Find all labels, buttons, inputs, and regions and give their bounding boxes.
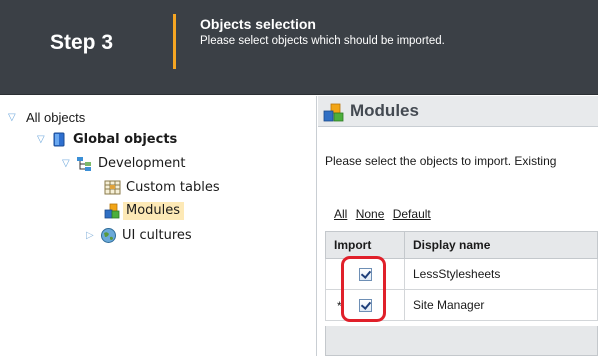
- expand-arrow-icon[interactable]: ▽: [8, 112, 22, 123]
- step-divider: [173, 14, 176, 69]
- column-header-import[interactable]: Import: [325, 231, 405, 259]
- tree-node-label[interactable]: Modules: [123, 202, 185, 220]
- tree-node-ui-cultures[interactable]: ▷ UI cultures: [86, 225, 192, 245]
- selection-links: All None Default: [334, 207, 436, 221]
- select-none-link[interactable]: None: [356, 207, 385, 221]
- step-subtitle: Please select objects which should be im…: [200, 35, 445, 47]
- wizard-header: Step 3 Objects selection Please select o…: [0, 0, 598, 95]
- table-footer: [325, 326, 598, 356]
- tree-node-all-objects[interactable]: ▽ All objects: [8, 107, 85, 127]
- object-tree: ▽ All objects ▽ Global objects ▽ Develop…: [0, 96, 317, 356]
- tree-node-global-objects[interactable]: ▽ Global objects: [37, 129, 177, 149]
- hierarchy-icon: [76, 155, 93, 172]
- display-name-cell: LessStylesheets: [404, 258, 598, 290]
- display-name-cell: Site Manager: [404, 289, 598, 321]
- tree-node-label[interactable]: Custom tables: [126, 180, 220, 195]
- step-label: Step 3: [50, 31, 114, 54]
- table-header-row: Import Display name: [325, 231, 598, 259]
- tree-node-label[interactable]: Development: [98, 156, 186, 171]
- collapsed-arrow-icon[interactable]: ▷: [86, 230, 100, 241]
- tree-node-development[interactable]: ▽ Development: [62, 153, 186, 173]
- globe-icon: [100, 227, 117, 244]
- table-icon: [104, 179, 121, 196]
- column-header-display-name[interactable]: Display name: [404, 231, 598, 259]
- tree-node-label[interactable]: UI cultures: [122, 228, 192, 243]
- tree-node-custom-tables[interactable]: Custom tables: [104, 177, 220, 197]
- instructions-text: Please select the objects to import. Exi…: [325, 154, 557, 168]
- cube-icon: [51, 131, 68, 148]
- step-title: Objects selection: [200, 16, 316, 32]
- tree-node-modules[interactable]: Modules: [104, 201, 185, 221]
- page-title: Modules: [350, 101, 419, 120]
- expand-arrow-icon[interactable]: ▽: [62, 158, 76, 169]
- select-default-link[interactable]: Default: [393, 207, 431, 221]
- tree-node-label[interactable]: All objects: [26, 110, 85, 125]
- section-header: Modules: [318, 96, 598, 127]
- highlight-annotation: [341, 256, 386, 322]
- tree-node-label[interactable]: Global objects: [73, 132, 177, 147]
- modules-icon: [323, 103, 345, 123]
- modules-icon: [104, 203, 121, 220]
- expand-arrow-icon[interactable]: ▽: [37, 134, 51, 145]
- select-all-link[interactable]: All: [334, 207, 347, 221]
